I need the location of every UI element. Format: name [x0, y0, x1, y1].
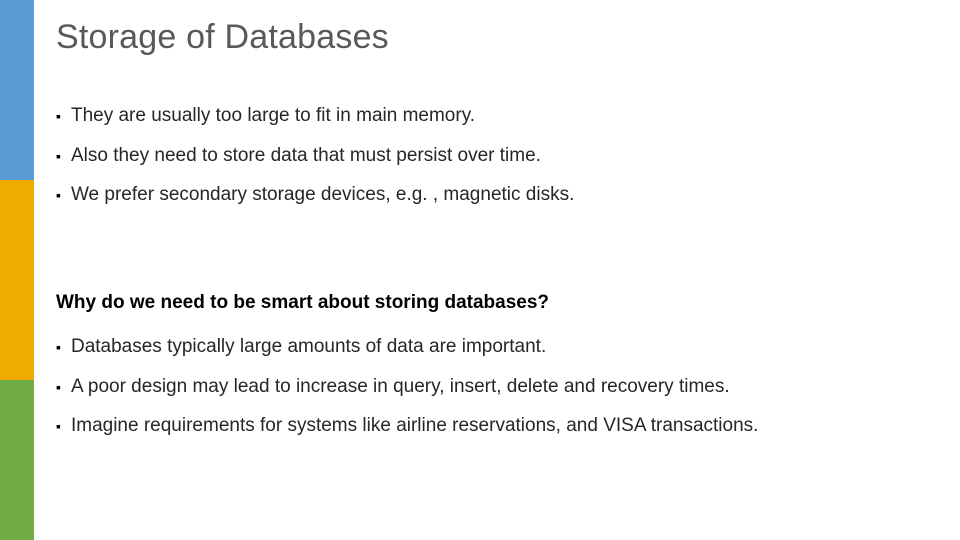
bullet-icon: ▪	[56, 147, 61, 166]
list-item: ▪ Also they need to store data that must…	[56, 143, 920, 169]
bullet-text: A poor design may lead to increase in qu…	[71, 374, 730, 400]
list-item: ▪ We prefer secondary storage devices, e…	[56, 182, 920, 208]
bullet-list-b: ▪ Databases typically large amounts of d…	[56, 334, 920, 439]
slide: Storage of Databases ▪ They are usually …	[0, 0, 960, 540]
bullet-icon: ▪	[56, 417, 61, 436]
sidebar-bar-green	[0, 380, 34, 540]
sidebar-bar-blue	[0, 0, 34, 180]
bullet-icon: ▪	[56, 378, 61, 397]
sidebar-bar-yellow	[0, 180, 34, 380]
content-area: Storage of Databases ▪ They are usually …	[56, 18, 920, 453]
bullet-text: Also they need to store data that must p…	[71, 143, 541, 169]
list-item: ▪ Imagine requirements for systems like …	[56, 413, 920, 439]
bullet-text: Imagine requirements for systems like ai…	[71, 413, 758, 439]
bullet-icon: ▪	[56, 186, 61, 205]
bullet-icon: ▪	[56, 338, 61, 357]
list-item: ▪ Databases typically large amounts of d…	[56, 334, 920, 360]
section-gap	[56, 222, 920, 292]
bullet-text: They are usually too large to fit in mai…	[71, 103, 475, 129]
bullet-text: Databases typically large amounts of dat…	[71, 334, 546, 360]
slide-title: Storage of Databases	[56, 18, 920, 57]
sidebar-stripe	[0, 0, 34, 540]
bullet-list-a: ▪ They are usually too large to fit in m…	[56, 103, 920, 208]
bullet-icon: ▪	[56, 107, 61, 126]
list-item: ▪ A poor design may lead to increase in …	[56, 374, 920, 400]
bullet-text: We prefer secondary storage devices, e.g…	[71, 182, 574, 208]
list-item: ▪ They are usually too large to fit in m…	[56, 103, 920, 129]
subheading: Why do we need to be smart about storing…	[56, 292, 920, 314]
